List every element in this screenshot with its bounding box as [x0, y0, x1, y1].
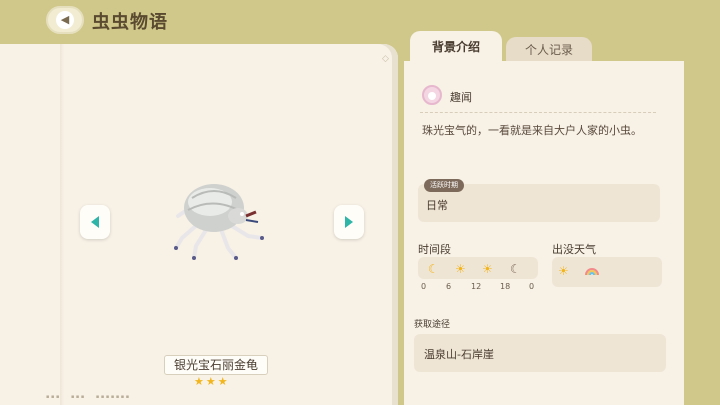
time-tick: 12 — [471, 282, 482, 291]
back-button[interactable]: ◀ — [46, 6, 84, 34]
active-time-value: 日常 — [426, 199, 448, 212]
sun-icon: ☀ — [482, 262, 493, 276]
chevron-left-icon: ◀ — [56, 11, 74, 29]
arrow-right-icon — [345, 216, 353, 228]
trivia-label: 趣闻 — [450, 91, 472, 104]
footer-icon-3: ▪ ▪ ▪ ▪ ▪ ▪ ▪ — [95, 394, 130, 400]
page-title: 虫虫物语 — [92, 12, 168, 33]
insect-name-plate: 银光宝石丽金龟 — [164, 355, 268, 375]
footer-icon-2: ▪ ▪ ▪ — [70, 394, 85, 400]
book-spine — [60, 44, 64, 405]
time-tick: 0 — [529, 282, 535, 291]
sunrise-icon: ☀ — [455, 262, 466, 276]
time-period-label: 时间段 — [418, 243, 451, 256]
source-value: 温泉山-石岸崖 — [424, 348, 494, 361]
moon-icon: ☾ — [510, 262, 521, 276]
tab-personal-record[interactable]: 个人记录 — [506, 37, 592, 63]
tab-background[interactable]: 背景介绍 — [410, 31, 502, 63]
sun-icon: ☀ — [558, 264, 569, 278]
prev-insect-button[interactable] — [80, 205, 110, 239]
page-corner-icon: ◇ — [382, 54, 389, 64]
rating-stars: ★★★ — [194, 375, 230, 388]
next-insect-button[interactable] — [334, 205, 364, 239]
time-tick: 18 — [500, 282, 511, 291]
weather-label: 出没天气 — [552, 243, 596, 256]
avatar — [422, 85, 442, 105]
avatar-face-icon — [428, 92, 436, 100]
footer-small-print: ▪ ▪ ▪ ▪ ▪ ▪ ▪ ▪ ▪ ▪ ▪ ▪ ▪ — [46, 394, 139, 400]
footer-icon-1: ▪ ▪ ▪ — [46, 394, 60, 400]
time-tick: 6 — [446, 282, 452, 291]
moon-icon: ☾ — [428, 262, 439, 276]
insect-description: 珠光宝气的，一看就是来自大户人家的小虫。 — [422, 124, 642, 137]
beetle-illustration — [174, 184, 264, 260]
arrow-left-icon — [91, 216, 99, 228]
divider — [420, 112, 656, 113]
active-time-badge: 活跃时期 — [424, 179, 464, 192]
source-label: 获取途径 — [414, 320, 451, 330]
time-tick: 0 — [421, 282, 427, 291]
rainbow-icon — [585, 268, 599, 276]
